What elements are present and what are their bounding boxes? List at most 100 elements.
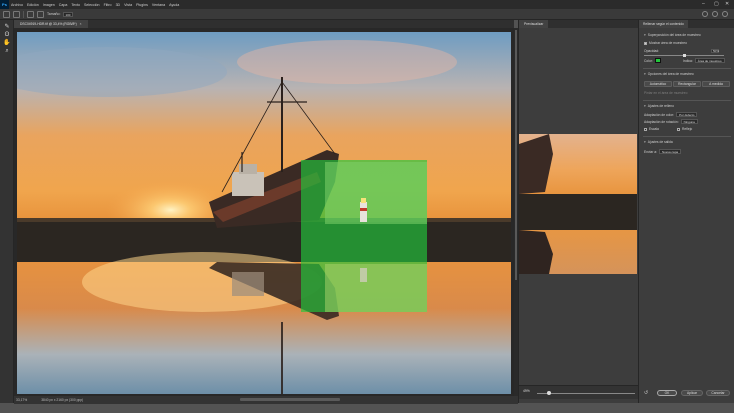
menu-item-11[interactable]: Ayuda	[167, 3, 181, 7]
workspace-icon[interactable]	[712, 11, 718, 17]
tools-panel: ✎ ʘ ✋ ⌕	[0, 20, 14, 403]
apply-button[interactable]: Aplicar	[681, 390, 703, 396]
opacity-row: Opacidad:	[644, 49, 659, 53]
lasso-tool-icon[interactable]: ʘ	[3, 32, 11, 38]
share-icon[interactable]	[722, 11, 728, 17]
sampling-hint: Pintar en el área de muestreo	[644, 91, 687, 95]
sampling-overlay-section[interactable]: ▾ Superposición del área de muestreo	[644, 33, 701, 37]
menu-item-0[interactable]: Archivo	[9, 3, 25, 7]
show-sampling-area-row[interactable]: Mostrar área de muestreo	[644, 41, 687, 45]
chevron-down-icon: ▾	[644, 104, 646, 108]
sampling-hint-text: Pintar en el área de muestreo	[644, 91, 688, 95]
preview-zoom-slider[interactable]	[537, 393, 635, 394]
rectangular-button[interactable]: Rectangular	[673, 81, 701, 87]
mirror-row[interactable]: Reflejo	[677, 127, 692, 131]
zoom-tool-icon[interactable]: ⌕	[3, 48, 11, 54]
app-logo[interactable]: Ps	[0, 0, 9, 9]
menu-item-6[interactable]: Filtro	[102, 3, 114, 7]
menu-item-4[interactable]: Texto	[69, 3, 82, 7]
rotation-adaptation-row: Adaptación de rotación: Ninguna	[644, 119, 698, 124]
indicates-select[interactable]: Área de muestreo	[694, 58, 725, 63]
menu-item-10[interactable]: Ventana	[150, 3, 167, 7]
preview-zoom-value[interactable]: 49%	[523, 389, 530, 393]
preview-panel: Previsualizar 49%	[518, 20, 639, 403]
minimize-icon[interactable]: –	[702, 1, 705, 7]
menu-item-1[interactable]: Edición	[25, 3, 41, 7]
boat-sunset-image	[17, 32, 511, 394]
separator	[23, 10, 24, 18]
opacity-input[interactable]: 50%	[711, 49, 719, 53]
add-mode-icon[interactable]	[27, 10, 34, 18]
preview-zoom-bar: 49%	[519, 385, 639, 399]
mirror-label: Reflejo	[682, 127, 693, 131]
mirror-checkbox[interactable]	[677, 127, 680, 131]
menu-item-8[interactable]: Vista	[122, 3, 134, 7]
output-to-select[interactable]: Nueva capa	[659, 149, 682, 154]
show-sampling-area-label: Mostrar área de muestreo	[649, 41, 687, 45]
color-adaptation-row: Adaptación de color: Por defecto	[644, 112, 698, 117]
scale-label: Escala	[649, 127, 659, 131]
scale-row[interactable]: Escala	[644, 127, 659, 131]
fill-panel-tab[interactable]: Rellenar según el contenido	[639, 20, 688, 28]
preview-zoom-knob[interactable]	[547, 391, 551, 395]
canvas-area[interactable]	[14, 28, 514, 400]
color-label: Color:	[644, 58, 653, 63]
menu-item-7[interactable]: 3D	[114, 3, 123, 7]
preview-tab[interactable]: Previsualizar	[519, 20, 549, 28]
output-to-row: Enviar a: Nueva capa	[644, 149, 682, 154]
indicates-row: Indica: Área de muestreo	[683, 58, 725, 63]
fill-settings-section[interactable]: ▾ Ajustes de relleno	[644, 104, 674, 108]
color-row: Color:	[644, 58, 661, 63]
sampling-brush-tool-icon[interactable]: ✎	[3, 24, 11, 30]
chevron-down-icon: ▾	[644, 140, 646, 144]
menu-item-5[interactable]: Selección	[82, 3, 102, 7]
document-tab-title: DSC04919-HDR.tif @ 33,4% (RGB/8*)	[20, 22, 77, 26]
output-to-label: Enviar a:	[644, 149, 658, 154]
home-icon[interactable]	[3, 10, 10, 18]
overlay-color-swatch[interactable]	[654, 58, 661, 63]
options-bar: Tamaño: 100	[0, 9, 734, 20]
zoom-level[interactable]: 33,17%	[16, 396, 27, 404]
menu-item-2[interactable]: Imagen	[41, 3, 57, 7]
close-window-icon[interactable]: ✕	[725, 1, 729, 7]
hand-tool-icon[interactable]: ✋	[3, 40, 11, 46]
reset-icon[interactable]: ↺	[644, 391, 648, 396]
color-adaptation-select[interactable]: Por defecto	[676, 112, 698, 117]
size-label: Tamaño:	[47, 12, 61, 16]
cancel-button[interactable]: Cancelar	[706, 390, 730, 396]
indicates-label: Indica:	[683, 58, 693, 63]
color-adaptation-label: Adaptación de color:	[644, 112, 675, 117]
document-tab[interactable]: DSC04919-HDR.tif @ 33,4% (RGB/8*) ×	[14, 20, 88, 28]
ok-button[interactable]: OK	[657, 390, 677, 396]
canvas-horizontal-scrollbar[interactable]	[240, 398, 340, 401]
scale-checkbox[interactable]	[644, 127, 647, 131]
show-sampling-area-checkbox[interactable]	[644, 41, 647, 45]
output-settings-section[interactable]: ▾ Ajustes de salida	[644, 140, 673, 144]
menu-item-3[interactable]: Capa	[57, 3, 70, 7]
divider	[643, 136, 731, 137]
size-input[interactable]: 100	[63, 11, 74, 17]
opacity-label: Opacidad:	[644, 49, 660, 53]
preview-image[interactable]	[519, 134, 637, 274]
rotation-adaptation-label: Adaptación de rotación:	[644, 119, 679, 124]
sampling-options-section[interactable]: ▾ Opciones del área de muestreo	[644, 72, 694, 76]
opacity-value-row: 50%	[711, 49, 719, 53]
main-image[interactable]	[17, 32, 511, 394]
rotation-adaptation-select[interactable]: Ninguna	[680, 119, 698, 124]
search-icon[interactable]	[702, 11, 708, 17]
close-tab-icon[interactable]: ×	[80, 22, 82, 26]
custom-button[interactable]: A medida	[702, 81, 730, 87]
menu-bar: Ps Archivo Edición Imagen Capa Texto Selecció…	[0, 0, 734, 9]
brush-preset-icon[interactable]	[13, 10, 20, 18]
divider	[643, 68, 731, 69]
chevron-down-icon: ▾	[644, 72, 646, 76]
menu-item-9[interactable]: Plugins	[134, 3, 150, 7]
preview-image-svg	[519, 134, 637, 274]
document-tab-bar: DSC04919-HDR.tif @ 33,4% (RGB/8*) ×	[14, 20, 514, 28]
sampling-options-label: Opciones del área de muestreo	[647, 72, 694, 76]
subtract-mode-icon[interactable]	[37, 10, 44, 18]
maximize-icon[interactable]: ▢	[714, 1, 719, 7]
automatic-button[interactable]: Automático	[644, 81, 672, 87]
fill-panel-footer: ↺ OK Aplicar Cancelar	[639, 385, 734, 399]
opacity-slider-knob[interactable]	[683, 54, 686, 57]
